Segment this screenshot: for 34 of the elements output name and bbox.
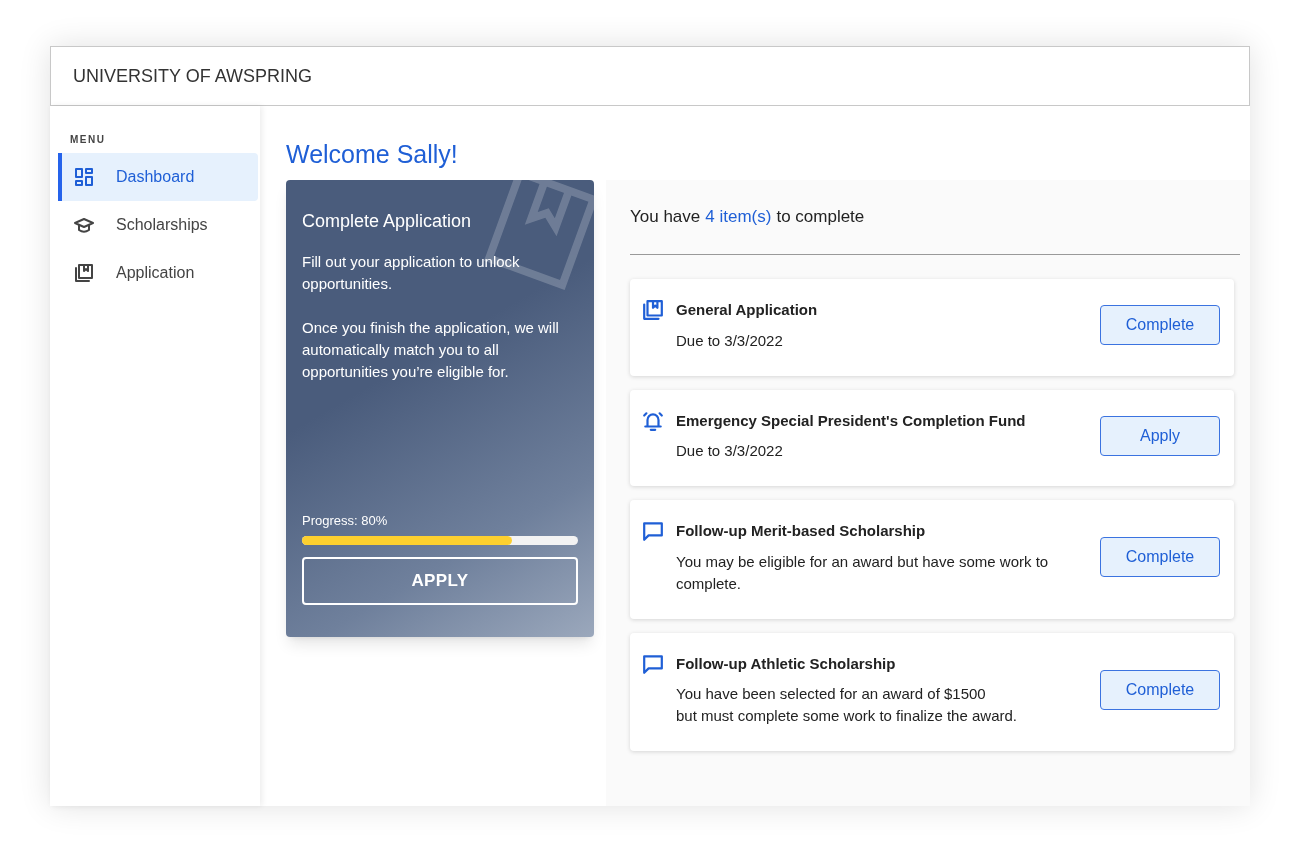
todo-description: but must complete some work to finalize the award. [676,706,1018,726]
sidebar-item[interactable]: Dashboard [58,153,258,201]
todo-suffix: to complete [776,206,865,228]
university-title: UNIVERSITY OF AWSPRING [73,64,313,88]
todo-title: Follow-up Merit-based Scholarship [676,521,926,541]
todo-title: Follow-up Athletic Scholarship [676,653,896,674]
sidebar-item[interactable]: Application [58,249,258,297]
todo-action-button[interactable]: Complete [1100,305,1220,346]
sidebar-item[interactable]: Scholarships [58,201,258,249]
todo-prefix: You have [630,206,701,228]
card-paragraph: Once you finish the application, we will automatically match you to all opportunities you’re eligible for. [302,318,560,382]
progress-label: Progress: 80% [302,511,388,530]
graduation-cap-icon [74,215,94,235]
todo-title: Emergency Special President's Completion Fund [676,410,1026,431]
card-title: Complete Application [302,210,472,233]
todo-description: You may be eligible for an award but have some work to complete. [676,551,1050,594]
todo-description: Due to 3/3/2022 [676,330,784,351]
bookmark-stack-icon [642,299,664,321]
dashboard-icon [74,167,94,187]
todo-count: 4 item(s) [705,206,772,228]
bell-icon [642,409,664,432]
todo-action-button[interactable]: Complete [1100,537,1220,578]
apply-button[interactable]: APPLY [302,557,578,605]
todo-action-button[interactable]: Complete [1100,669,1220,710]
menu-heading: MENU [69,133,106,147]
todo-description: You have been selected for an award of $1500 [676,684,987,704]
chat-bubble-icon [642,520,664,542]
chat-bubble-icon [642,652,664,675]
card-paragraph: Fill out your application to unlock opportunities. [302,252,521,294]
bookmark-stack-icon [74,263,94,283]
todo-description: Due to 3/3/2022 [676,441,784,461]
todo-title: General Application [676,300,818,320]
todo-action-button[interactable]: Apply [1100,415,1220,456]
welcome-heading: Welcome Sally! [286,139,458,170]
